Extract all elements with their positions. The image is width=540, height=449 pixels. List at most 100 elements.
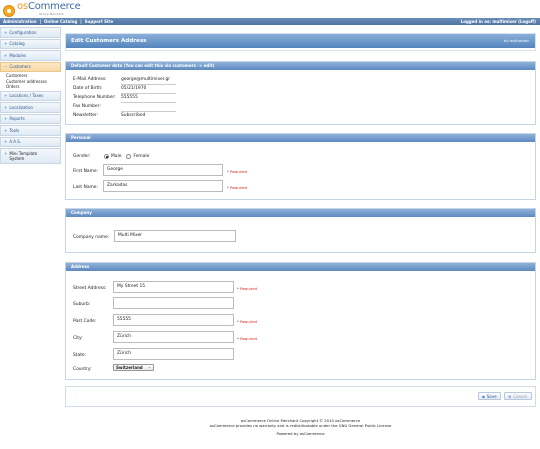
section-header: Company bbox=[66, 209, 535, 217]
expand-icon: + bbox=[4, 104, 8, 110]
email-value: george@multimixer.gr bbox=[121, 77, 171, 82]
gender-male-label: Male bbox=[111, 154, 122, 159]
footer-powered-by[interactable]: Powered by osCommerce bbox=[65, 431, 536, 436]
expand-icon: + bbox=[4, 93, 8, 99]
sidebar-item-aas[interactable]: + A.A.S. bbox=[0, 136, 61, 147]
required-marker: * Required bbox=[237, 336, 258, 341]
section-header: Default Customer data (You can edit this… bbox=[66, 62, 535, 70]
sidebar-item-locations-taxes[interactable]: + Locations / Taxes bbox=[0, 90, 61, 101]
save-button-label: Save bbox=[486, 393, 497, 399]
city-label: City: bbox=[73, 336, 83, 341]
sidebar-item-label: Modules bbox=[9, 52, 26, 58]
sidebar-item-label: Localization bbox=[9, 104, 34, 110]
sidebar-item-label: Tools bbox=[9, 127, 20, 133]
country-selected-value: Switzerland bbox=[116, 365, 143, 370]
required-marker: * Required bbox=[227, 169, 248, 174]
sidebar: + Configuration + Catalog + Modules − Custom… bbox=[0, 27, 61, 165]
gender-female-radio[interactable] bbox=[126, 154, 132, 159]
address-panel: Address Street Address: My Street 15 * R… bbox=[65, 262, 536, 380]
sidebar-item-label: A.A.S. bbox=[9, 139, 22, 145]
street-address-input[interactable]: My Street 15 bbox=[113, 281, 234, 293]
first-name-label: First Name: bbox=[73, 169, 99, 174]
sidebar-item-localization[interactable]: + Localization bbox=[0, 102, 61, 113]
dob-label: Date of Birth: bbox=[73, 86, 103, 91]
logged-in-status[interactable]: Logged in as: multimixer (Logoff) bbox=[461, 19, 536, 24]
footer: osCommerce Online Merchant Copyright © 2… bbox=[65, 418, 536, 436]
country-select[interactable]: Switzerland ⌄ bbox=[113, 364, 154, 371]
telephone-value: 555555 bbox=[121, 95, 138, 100]
page-title-panel: Edit Customers Address by multimixer bbox=[65, 33, 536, 51]
collapse-icon: − bbox=[4, 64, 8, 70]
sidebar-item-mini-template-system[interactable]: + Mini Template System bbox=[0, 148, 61, 164]
footer-license: osCommerce provides no warranty and is r… bbox=[209, 423, 392, 428]
email-label: E-Mail Address: bbox=[73, 77, 107, 82]
fax-label: Fax Number: bbox=[73, 104, 101, 109]
expand-icon: + bbox=[4, 151, 8, 156]
newsletter-value: Subscribed bbox=[121, 113, 146, 118]
gender-female-label: Female bbox=[133, 154, 150, 159]
sidebar-item-label: Configuration bbox=[9, 29, 37, 35]
sidebar-item-reports[interactable]: + Reports bbox=[0, 113, 61, 124]
state-label: State: bbox=[73, 353, 87, 358]
first-name-input[interactable]: George bbox=[103, 164, 223, 176]
expand-icon: + bbox=[4, 29, 8, 35]
newsletter-label: Newsletter: bbox=[73, 113, 99, 118]
state-input[interactable]: Zürich bbox=[113, 348, 234, 360]
sidebar-submenu-customers: Customers Customer addresses Orders bbox=[0, 72, 61, 91]
sidebar-item-configuration[interactable]: + Configuration bbox=[0, 27, 61, 38]
logo[interactable]: osCommerce Online Merchant bbox=[3, 2, 81, 19]
company-name-input[interactable]: Multi Mixer bbox=[114, 230, 236, 242]
gender-male-radio[interactable] bbox=[104, 154, 109, 159]
submenu-item-orders[interactable]: Orders bbox=[6, 84, 61, 90]
actions-panel: ▪ Save ⊗ Cancel bbox=[65, 386, 536, 407]
dob-value: 05/21/1970 bbox=[121, 86, 147, 91]
divider bbox=[121, 84, 176, 85]
page-title-bar: Edit Customers Address by multimixer bbox=[66, 34, 535, 48]
nav-link-administration[interactable]: Administration bbox=[3, 19, 37, 24]
logo-text-os: os bbox=[17, 1, 28, 12]
sidebar-item-tools[interactable]: + Tools bbox=[0, 125, 61, 136]
save-icon: ▪ bbox=[482, 393, 485, 399]
nav-separator: | bbox=[80, 19, 82, 24]
section-header: Personal bbox=[66, 134, 535, 142]
expand-icon: + bbox=[4, 52, 8, 58]
sidebar-item-label: Mini Template System bbox=[9, 151, 38, 161]
expand-icon: + bbox=[4, 41, 8, 47]
divider bbox=[121, 93, 176, 94]
last-name-input[interactable]: Zarkadas bbox=[103, 180, 223, 192]
nav-link-online-catalog[interactable]: Online Catalog bbox=[44, 19, 77, 24]
cancel-button-label: Cancel bbox=[513, 393, 527, 399]
sidebar-item-catalog[interactable]: + Catalog bbox=[0, 38, 61, 49]
gender-label: Gender: bbox=[73, 154, 91, 159]
cancel-button[interactable]: ⊗ Cancel bbox=[504, 392, 532, 400]
expand-icon: + bbox=[4, 127, 8, 133]
sidebar-item-customers[interactable]: − Customers bbox=[0, 61, 61, 72]
telephone-label: Telephone Number: bbox=[73, 95, 116, 100]
last-name-label: Last Name: bbox=[73, 185, 98, 190]
divider bbox=[121, 102, 176, 103]
country-label: Country: bbox=[73, 367, 92, 372]
sidebar-item-label: Reports bbox=[9, 116, 25, 122]
street-address-label: Street Address: bbox=[73, 286, 107, 291]
post-code-label: Post Code: bbox=[73, 319, 97, 324]
required-marker: * Required bbox=[227, 185, 248, 190]
sidebar-item-label: Locations / Taxes bbox=[9, 93, 44, 99]
sidebar-item-modules[interactable]: + Modules bbox=[0, 50, 61, 61]
post-code-input[interactable]: 55555 bbox=[113, 314, 234, 326]
expand-icon: + bbox=[4, 116, 8, 122]
required-marker: * Required bbox=[237, 319, 258, 324]
save-button[interactable]: ▪ Save bbox=[478, 392, 501, 400]
sidebar-item-label: Catalog bbox=[9, 41, 25, 47]
section-header: Address bbox=[66, 263, 535, 271]
city-input[interactable]: Zürich bbox=[113, 331, 234, 343]
nav-link-support-site[interactable]: Support Site bbox=[85, 19, 113, 24]
top-nav-bar: Administration | Online Catalog | Suppor… bbox=[0, 18, 540, 25]
required-marker: * Required bbox=[237, 286, 258, 291]
suburb-input[interactable] bbox=[113, 297, 234, 309]
chevron-down-icon: ⌄ bbox=[147, 365, 151, 369]
cancel-icon: ⊗ bbox=[508, 393, 512, 399]
default-customer-data-panel: Default Customer data (You can edit this… bbox=[65, 61, 536, 125]
company-panel: Company Company name: Multi Mixer bbox=[65, 208, 536, 253]
nav-separator: | bbox=[39, 19, 42, 24]
header: osCommerce Online Merchant bbox=[0, 0, 540, 18]
